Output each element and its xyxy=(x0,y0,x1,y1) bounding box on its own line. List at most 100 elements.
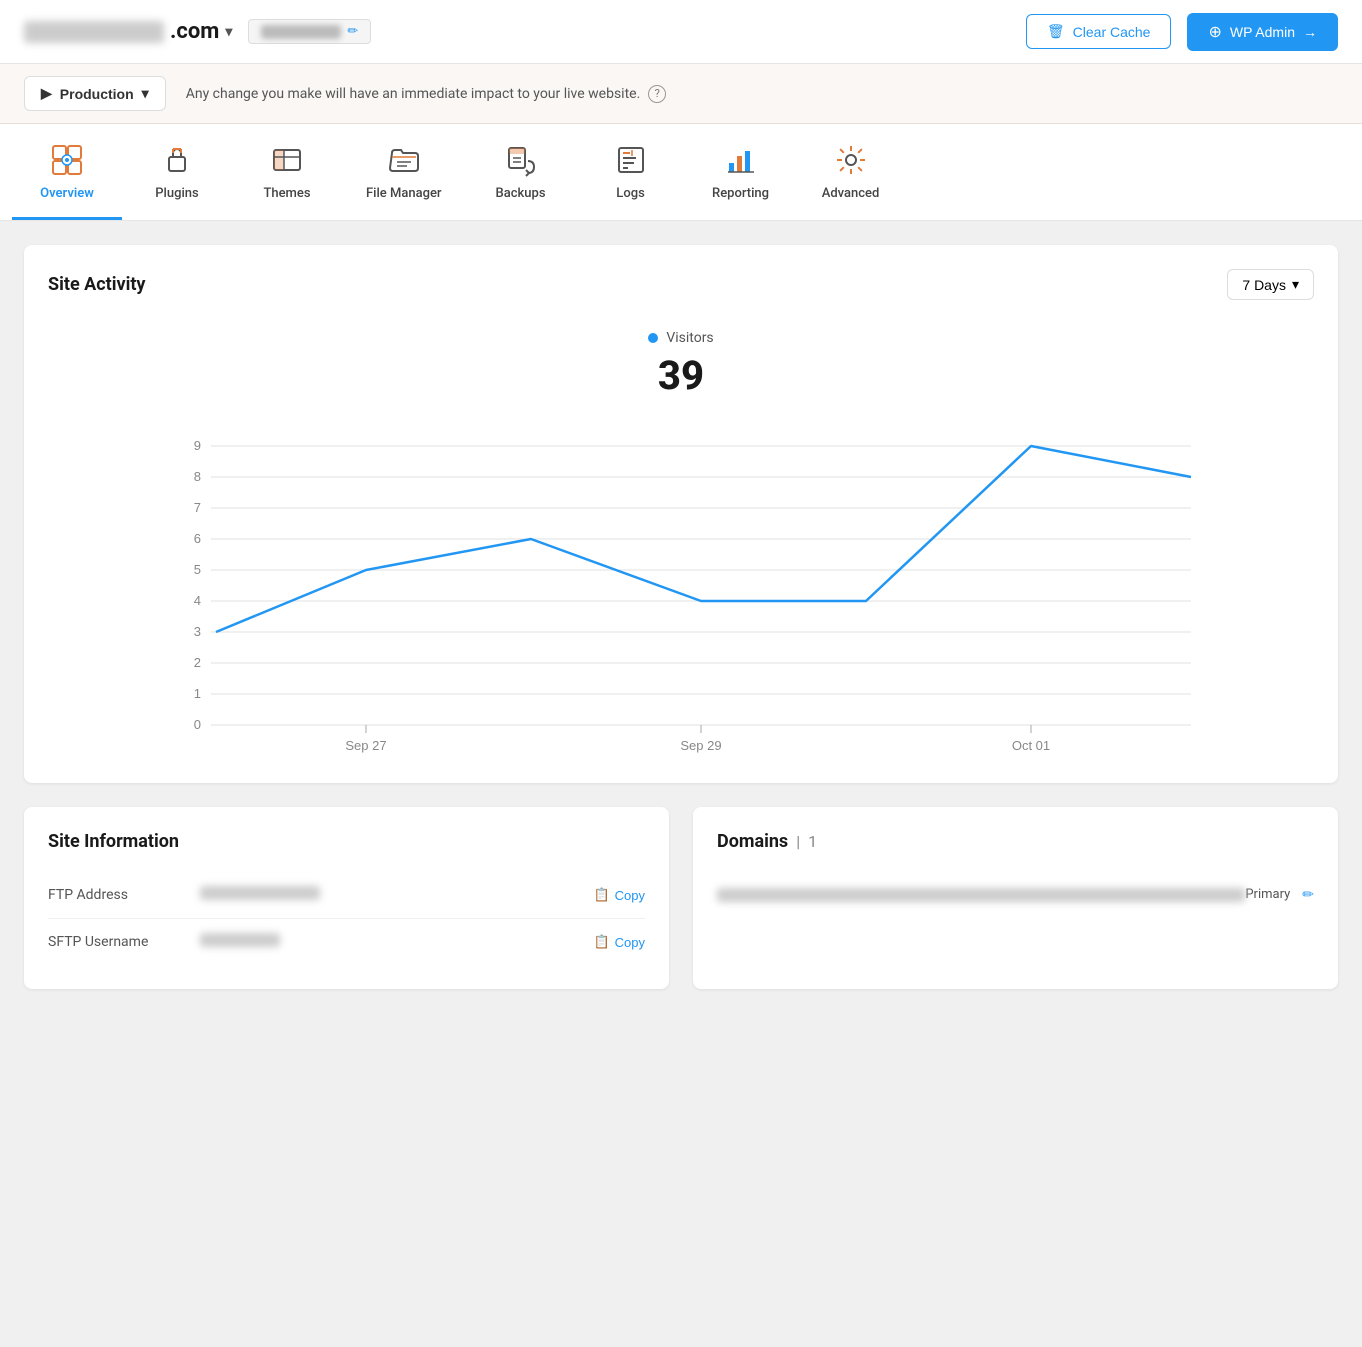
domain-name-blur xyxy=(717,888,1245,902)
domains-card: Domains | 1 Primary ✏ xyxy=(693,807,1338,989)
help-icon[interactable]: ? xyxy=(648,85,666,103)
nav-tabs: Overview Plugins Themes xyxy=(0,124,1362,221)
ftp-copy-label: Copy xyxy=(615,888,645,903)
file-manager-icon xyxy=(386,142,422,178)
tab-plugins-label: Plugins xyxy=(155,186,198,201)
themes-icon xyxy=(269,142,305,178)
header: .com ▾ ✏ 🗑 Clear Cache ⊕ WP Admin → xyxy=(0,0,1362,64)
wp-admin-arrow: → xyxy=(1303,24,1317,40)
cache-icon: 🗑 xyxy=(1047,23,1065,40)
domain-row: Primary ✏ xyxy=(717,872,1314,917)
environment-button[interactable]: ▶ Production ▾ xyxy=(24,76,166,111)
tab-themes-label: Themes xyxy=(263,186,310,201)
sftp-username-row: SFTP Username 📋 Copy xyxy=(48,919,645,965)
sftp-copy-button[interactable]: 📋 Copy xyxy=(593,934,645,950)
svg-text:Sep 29: Sep 29 xyxy=(680,738,721,753)
domain-blur xyxy=(24,21,164,43)
site-activity-title: Site Activity xyxy=(48,274,146,295)
ftp-copy-button[interactable]: 📋 Copy xyxy=(593,887,645,903)
env-name-blur xyxy=(261,25,341,39)
env-message-text: Any change you make will have an immedia… xyxy=(186,86,641,102)
tab-reporting-label: Reporting xyxy=(712,186,769,201)
domain-primary-label: Primary xyxy=(1245,887,1290,902)
svg-text:Sep 27: Sep 27 xyxy=(345,738,386,753)
tab-backups-label: Backups xyxy=(496,186,546,201)
ftp-value-blur xyxy=(200,886,320,900)
svg-text:Oct 01: Oct 01 xyxy=(1012,738,1050,753)
plugins-icon xyxy=(159,142,195,178)
site-information-card: Site Information FTP Address 📋 Copy SFTP… xyxy=(24,807,669,989)
tab-backups[interactable]: Backups xyxy=(466,124,576,220)
chart-area: Visitors 39 .chart-line { stroke: #e0e0e… xyxy=(48,320,1314,759)
domain-suffix: .com xyxy=(170,19,219,44)
legend-label: Visitors xyxy=(666,330,713,346)
tab-advanced[interactable]: Advanced xyxy=(796,124,906,220)
days-dropdown-button[interactable]: 7 Days ▾ xyxy=(1227,269,1314,300)
play-icon: ▶ xyxy=(41,85,52,102)
domains-count: 1 xyxy=(808,832,817,851)
days-chevron: ▾ xyxy=(1292,276,1299,293)
header-chevron[interactable]: ▾ xyxy=(225,24,232,40)
svg-text:6: 6 xyxy=(194,531,201,546)
wp-icon: ⊕ xyxy=(1208,22,1221,42)
sftp-copy-icon: 📋 xyxy=(593,934,609,950)
svg-text:7: 7 xyxy=(194,500,201,515)
chart-svg: .chart-line { stroke: #e0e0e0; stroke-wi… xyxy=(48,415,1314,759)
legend-dot xyxy=(648,333,658,343)
site-information-title: Site Information xyxy=(48,831,645,852)
backups-icon xyxy=(503,142,539,178)
reporting-icon xyxy=(723,142,759,178)
advanced-icon xyxy=(833,142,869,178)
sftp-value xyxy=(200,933,581,951)
domains-separator: | xyxy=(796,832,800,851)
svg-text:2: 2 xyxy=(194,655,201,670)
main-content: Site Activity 7 Days ▾ Visitors 39 .ch xyxy=(0,221,1362,1347)
tab-reporting[interactable]: Reporting xyxy=(686,124,796,220)
ftp-address-row: FTP Address 📋 Copy xyxy=(48,872,645,919)
sftp-value-blur xyxy=(200,933,280,947)
overview-icon xyxy=(49,142,85,178)
domains-title-text: Domains xyxy=(717,831,788,852)
domains-title: Domains | 1 xyxy=(717,831,1314,852)
svg-text:8: 8 xyxy=(194,469,201,484)
bottom-grid: Site Information FTP Address 📋 Copy SFTP… xyxy=(24,807,1338,1013)
wp-admin-label: WP Admin xyxy=(1230,24,1295,40)
logs-icon xyxy=(613,142,649,178)
environment-label: Production xyxy=(60,86,134,102)
svg-text:5: 5 xyxy=(194,562,201,577)
site-activity-card: Site Activity 7 Days ▾ Visitors 39 .ch xyxy=(24,245,1338,783)
clear-cache-button[interactable]: 🗑 Clear Cache xyxy=(1026,14,1172,49)
ftp-value xyxy=(200,886,581,904)
copy-icon: 📋 xyxy=(593,887,609,903)
tab-overview[interactable]: Overview xyxy=(12,124,122,220)
chart-total: 39 xyxy=(48,352,1314,399)
svg-text:9: 9 xyxy=(194,438,201,453)
env-bar: ▶ Production ▾ Any change you make will … xyxy=(0,64,1362,124)
tab-file-manager-label: File Manager xyxy=(366,186,442,201)
tab-advanced-label: Advanced xyxy=(822,186,880,201)
ftp-label: FTP Address xyxy=(48,887,188,903)
domain-display: .com ▾ xyxy=(24,19,232,44)
tab-overview-label: Overview xyxy=(40,186,94,201)
tab-file-manager[interactable]: File Manager xyxy=(342,124,466,220)
env-message: Any change you make will have an immedia… xyxy=(186,85,667,103)
site-activity-header: Site Activity 7 Days ▾ xyxy=(48,269,1314,300)
tab-themes[interactable]: Themes xyxy=(232,124,342,220)
days-label: 7 Days xyxy=(1242,277,1286,293)
tab-logs[interactable]: Logs xyxy=(576,124,686,220)
header-env-badge[interactable]: ✏ xyxy=(248,19,371,44)
sftp-copy-label: Copy xyxy=(615,935,645,950)
svg-text:3: 3 xyxy=(194,624,201,639)
site-info-title-text: Site Information xyxy=(48,831,179,852)
sftp-label: SFTP Username xyxy=(48,934,188,950)
svg-text:1: 1 xyxy=(194,686,201,701)
chart-legend: Visitors xyxy=(48,330,1314,346)
env-chevron: ▾ xyxy=(142,85,149,102)
domain-edit-button[interactable]: ✏ xyxy=(1302,886,1314,903)
svg-text:4: 4 xyxy=(194,593,201,608)
wp-admin-button[interactable]: ⊕ WP Admin → xyxy=(1187,13,1338,51)
clear-cache-label: Clear Cache xyxy=(1073,24,1151,40)
svg-text:0: 0 xyxy=(194,717,201,732)
tab-plugins[interactable]: Plugins xyxy=(122,124,232,220)
edit-icon: ✏ xyxy=(347,24,358,39)
